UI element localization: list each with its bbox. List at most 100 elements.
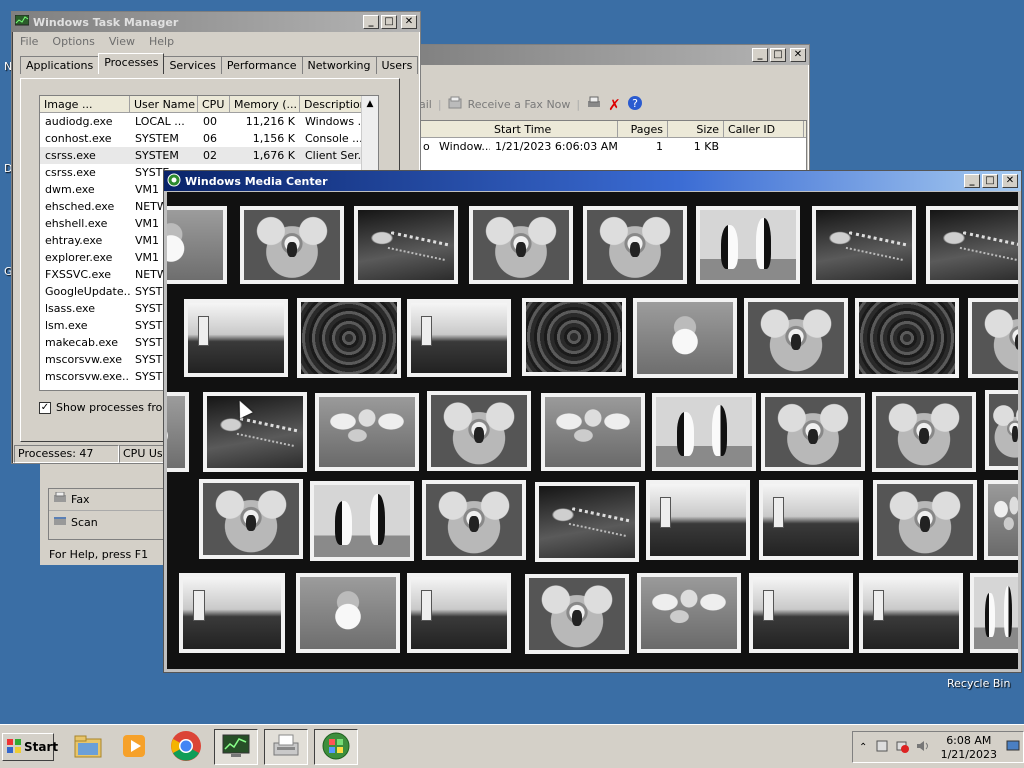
photo-thumbnail[interactable] [984,480,1018,560]
minimize-button[interactable]: _ [363,15,379,29]
photo-thumbnail[interactable] [985,390,1018,470]
photo-thumbnail[interactable] [199,479,303,559]
column-start-time[interactable]: Start Time [490,121,618,137]
scan-nav-item[interactable]: Scan [49,511,163,533]
receive-fax-icon[interactable] [448,96,462,113]
photo-thumbnail[interactable] [926,206,1018,284]
receive-fax-button[interactable]: Receive a Fax Now [468,98,571,111]
photo-thumbnail[interactable] [970,573,1018,653]
start-button[interactable]: Start [2,733,58,761]
photo-thumbnail[interactable] [652,393,756,471]
maximize-button[interactable]: □ [982,174,998,188]
column-caller-id[interactable]: Caller ID [724,121,804,137]
photo-thumbnail[interactable] [761,393,865,471]
photo-thumbnail[interactable] [407,573,511,653]
photo-thumbnail[interactable] [696,206,800,284]
photo-thumbnail[interactable] [873,480,977,560]
photo-thumbnail[interactable] [315,393,419,471]
show-hidden-icons-chevron-icon[interactable]: ⌃ [859,742,867,753]
menu-file[interactable]: File [20,35,38,48]
photo-thumbnail[interactable] [179,573,285,653]
show-desktop-icon[interactable] [1006,740,1020,755]
photo-thumbnail[interactable] [633,298,737,378]
photo-thumbnail[interactable] [240,206,344,284]
column-size[interactable]: Size [668,121,724,137]
photo-thumbnail[interactable] [583,206,687,284]
minimize-button[interactable]: _ [964,174,980,188]
photo-thumbnail[interactable] [541,393,645,471]
fax-nav-item[interactable]: Fax [49,489,163,511]
tab-performance[interactable]: Performance [220,56,303,74]
photo-thumbnail[interactable] [968,298,1018,378]
close-button[interactable]: ✕ [790,48,806,62]
media-center-titlebar[interactable]: Windows Media Center _ □ ✕ [164,171,1021,191]
minimize-button[interactable]: _ [752,48,768,62]
action-center-icon[interactable] [875,739,889,756]
fax-row[interactable]: o Window... 1/21/2023 6:06:03 AM 1 1 KB [418,138,806,155]
photo-thumbnail[interactable] [812,206,916,284]
photo-thumbnail[interactable] [535,482,639,562]
photo-thumbnail[interactable] [872,392,976,472]
photo-thumbnail[interactable] [646,480,750,560]
menu-help[interactable]: Help [149,35,174,48]
photo-thumbnail[interactable] [855,298,959,378]
column-description[interactable]: Description [300,96,370,112]
photo-thumbnail[interactable] [203,392,307,472]
photo-thumbnail[interactable] [427,391,531,471]
network-warning-icon[interactable] [895,739,910,756]
taskbar-chrome[interactable] [164,729,208,765]
tab-users[interactable]: Users [375,56,419,74]
photo-thumbnail[interactable] [522,298,626,376]
checkbox-checked-icon[interactable]: ✓ [39,401,51,414]
taskbar-media-center[interactable] [314,729,358,765]
tab-networking[interactable]: Networking [301,56,377,74]
photo-thumbnail[interactable] [407,299,511,377]
tab-applications[interactable]: Applications [20,56,100,74]
maximize-button[interactable]: □ [381,15,397,29]
photo-thumbnail[interactable] [859,573,963,653]
menu-options[interactable]: Options [52,35,94,48]
close-button[interactable]: ✕ [401,15,417,29]
table-row[interactable]: csrss.exe SYSTEM 02 1,676 K Client Ser... [40,147,378,164]
help-icon[interactable]: ? [627,95,643,114]
taskbar-media-player[interactable] [112,729,156,765]
column-user-name[interactable]: User Name [130,96,198,112]
photo-thumbnail[interactable] [637,573,741,653]
column-memory[interactable]: Memory (... [230,96,300,112]
close-button[interactable]: ✕ [1002,174,1018,188]
tab-services[interactable]: Services [163,56,222,74]
maximize-button[interactable]: □ [770,48,786,62]
menu-view[interactable]: View [109,35,135,48]
table-row[interactable]: audiodg.exe LOCAL ... 00 11,216 K Windows ..… [40,113,378,130]
photo-thumbnail[interactable] [749,573,853,653]
photo-thumbnail[interactable] [296,573,400,653]
recycle-bin-label[interactable]: Recycle Bin [947,677,1010,690]
photo-thumbnail[interactable] [167,392,189,472]
show-all-processes-checkbox[interactable]: ✓ Show processes from a [39,401,183,414]
task-manager-titlebar[interactable]: Windows Task Manager _ □ ✕ [12,12,420,32]
photo-thumbnail[interactable] [167,206,227,284]
photo-thumbnail[interactable] [525,574,629,654]
photo-thumbnail[interactable] [310,481,414,561]
photo-thumbnail[interactable] [744,298,848,378]
taskbar-explorer[interactable] [66,729,110,765]
print-icon[interactable] [586,96,602,113]
volume-icon[interactable] [915,739,931,756]
photo-thumbnail[interactable] [469,206,573,284]
tab-processes[interactable]: Processes [98,53,165,74]
column-image-name[interactable]: Image ... [40,96,130,112]
fax-titlebar[interactable]: _ □ ✕ [409,45,809,65]
photo-thumbnail[interactable] [422,480,526,560]
table-row[interactable]: conhost.exe SYSTEM 06 1,156 K Console ... [40,130,378,147]
photo-thumbnail[interactable] [354,206,458,284]
column-pages[interactable]: Pages [618,121,668,137]
photo-thumbnail[interactable] [759,480,863,560]
photo-thumbnail[interactable] [297,298,401,378]
clock[interactable]: 6:08 AM 1/21/2023 [941,734,997,762]
column-cpu[interactable]: CPU [198,96,230,112]
taskbar-task-manager[interactable] [214,729,258,765]
taskbar-fax[interactable] [264,729,308,765]
scroll-up-arrow-icon[interactable]: ▲ [362,96,378,113]
delete-icon[interactable]: ✗ [608,96,621,114]
photo-thumbnail[interactable] [184,299,288,377]
